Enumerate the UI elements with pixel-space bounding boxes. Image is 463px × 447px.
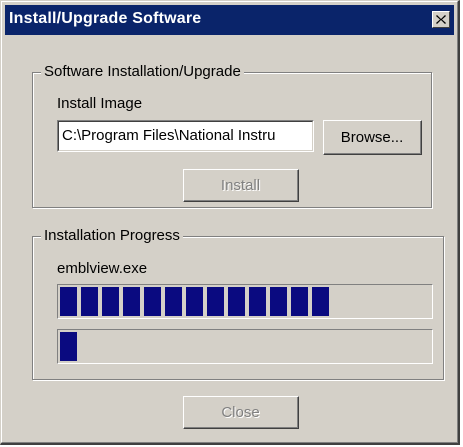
title-bar[interactable]: Install/Upgrade Software [5, 5, 454, 35]
file-progress-block [144, 287, 161, 316]
close-button-label: Close [184, 397, 298, 428]
file-progress-block [207, 287, 224, 316]
file-progress-block [165, 287, 182, 316]
browse-button[interactable]: Browse... [323, 120, 422, 155]
install-button-label: Install [184, 170, 298, 201]
file-progress-block [270, 287, 287, 316]
file-progress-fill [60, 287, 430, 316]
file-progress-block [102, 287, 119, 316]
install-button[interactable]: Install [183, 169, 299, 202]
close-window-button[interactable] [432, 11, 450, 28]
current-file-label: emblview.exe [57, 260, 148, 277]
file-progress-block [81, 287, 98, 316]
progress-group-title: Installation Progress [41, 227, 183, 245]
file-progress-bar [57, 284, 433, 319]
file-progress-block [186, 287, 203, 316]
install-image-path-field-inner: C:\Program Files\National Instru [58, 121, 313, 151]
install-image-path-field[interactable]: C:\Program Files\National Instru [57, 120, 314, 152]
close-button[interactable]: Close [183, 396, 299, 429]
file-progress-block [123, 287, 140, 316]
install-upgrade-dialog: Install/Upgrade Software Software Instal… [0, 0, 460, 445]
install-image-label: Install Image [57, 95, 143, 112]
file-progress-block [60, 287, 77, 316]
install-group-title: Software Installation/Upgrade [41, 63, 244, 81]
file-progress-block [228, 287, 245, 316]
file-progress-block [312, 287, 329, 316]
close-icon [436, 15, 446, 24]
browse-button-label: Browse... [324, 121, 421, 154]
install-image-path-text: C:\Program Files\National Instru [62, 127, 276, 144]
file-progress-block [291, 287, 308, 316]
file-progress-block [249, 287, 266, 316]
overall-progress-bar [57, 329, 433, 364]
overall-progress-block [60, 332, 77, 361]
overall-progress-fill [60, 332, 430, 361]
dialog-frame: Install/Upgrade Software Software Instal… [1, 1, 458, 443]
window-title: Install/Upgrade Software [9, 10, 202, 27]
